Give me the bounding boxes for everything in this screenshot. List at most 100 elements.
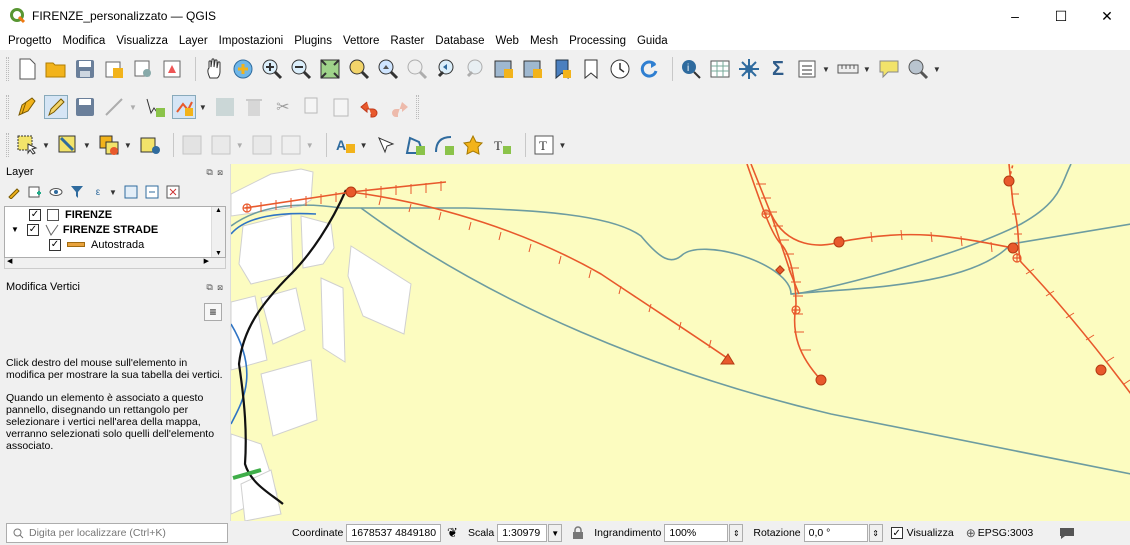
- toolbar-grip[interactable]: [415, 95, 419, 119]
- expand-arrow-icon[interactable]: ▼: [11, 225, 19, 234]
- menu-guida[interactable]: Guida: [637, 35, 668, 47]
- chevron-down-icon[interactable]: ▼: [559, 141, 567, 150]
- measure-line-icon[interactable]: [836, 57, 860, 81]
- menu-modifica[interactable]: Modifica: [62, 35, 105, 47]
- show-hide-labels-icon[interactable]: [403, 133, 427, 157]
- add-line-feature-icon[interactable]: [102, 95, 126, 119]
- chevron-down-icon[interactable]: ▼: [42, 141, 50, 150]
- category-visibility-checkbox[interactable]: ✓: [49, 238, 61, 251]
- chevron-down-icon[interactable]: ▼: [236, 141, 244, 150]
- label-tool-icon[interactable]: [209, 133, 233, 157]
- messages-icon[interactable]: [1059, 526, 1075, 540]
- save-layer-edits-icon[interactable]: [73, 95, 97, 119]
- manage-visibility-icon[interactable]: [48, 184, 64, 200]
- deselect-features-icon[interactable]: [97, 133, 121, 157]
- identify-features-icon[interactable]: i: [679, 57, 703, 81]
- chevron-down-icon[interactable]: ▼: [199, 103, 207, 112]
- zoom-next-icon[interactable]: [463, 57, 487, 81]
- chevron-down-icon[interactable]: ▼: [129, 103, 137, 112]
- close-button[interactable]: ✕: [1084, 0, 1130, 32]
- collapse-all-icon[interactable]: [144, 184, 160, 200]
- panel-float-close-icon[interactable]: ⧉ ⊠: [206, 167, 224, 178]
- search-magnifier-icon[interactable]: [906, 57, 930, 81]
- toolbar-grip[interactable]: [6, 133, 9, 157]
- refresh-icon[interactable]: [637, 57, 661, 81]
- crs-button[interactable]: EPSG:3003: [978, 527, 1033, 539]
- layer-tree-vscroll[interactable]: ▲ ▼: [211, 207, 225, 257]
- render-checkbox[interactable]: ✓: [890, 527, 903, 539]
- panel-float-close-icon[interactable]: ⧉ ⊠: [206, 282, 224, 293]
- remove-layer-icon[interactable]: [165, 184, 181, 200]
- expand-all-icon[interactable]: [123, 184, 139, 200]
- pan-to-selection-icon[interactable]: [231, 57, 255, 81]
- menu-raster[interactable]: Raster: [390, 35, 424, 47]
- field-calculator-icon[interactable]: [180, 133, 204, 157]
- menu-visualizza[interactable]: Visualizza: [116, 35, 168, 47]
- menu-database[interactable]: Database: [435, 35, 484, 47]
- new-3d-map-view-icon[interactable]: [521, 57, 545, 81]
- rotate-label-icon[interactable]: [279, 133, 303, 157]
- temporal-controller-icon[interactable]: [608, 57, 632, 81]
- style-brush-icon[interactable]: [6, 184, 22, 200]
- layout-manager-icon[interactable]: [131, 57, 155, 81]
- move-diagram-icon[interactable]: [432, 133, 456, 157]
- scale-combo[interactable]: 1:30979: [497, 524, 548, 542]
- layer-row-firenze-strade[interactable]: ▼ ✓ FIRENZE STRADE: [5, 222, 225, 237]
- zoom-in-icon[interactable]: [260, 57, 284, 81]
- new-print-layout-icon[interactable]: [102, 57, 126, 81]
- chevron-down-icon[interactable]: ▼: [306, 141, 314, 150]
- pan-map-icon[interactable]: [202, 57, 226, 81]
- attributes-toolbar-icon[interactable]: [795, 57, 819, 81]
- layer-visibility-checkbox[interactable]: ✓: [26, 223, 39, 236]
- add-group-icon[interactable]: [27, 184, 43, 200]
- toggle-editing-icon[interactable]: [44, 95, 68, 119]
- vertex-panel-menu-button[interactable]: ≡: [204, 303, 222, 321]
- paste-features-icon[interactable]: [329, 95, 353, 119]
- globe-crs-icon[interactable]: ⊕: [966, 526, 976, 540]
- zoom-to-layer-icon[interactable]: [376, 57, 400, 81]
- select-features-icon[interactable]: [15, 133, 39, 157]
- pin-labels-icon[interactable]: [374, 133, 398, 157]
- vertex-tool-active-icon[interactable]: [171, 95, 196, 119]
- locator-search-input[interactable]: Digita per localizzare (Ctrl+K): [6, 523, 228, 543]
- layer-visibility-checkbox[interactable]: ✓: [29, 208, 41, 221]
- rotation-spinbox[interactable]: 0,0 °: [803, 524, 868, 542]
- vertex-tool-icon[interactable]: [143, 95, 167, 119]
- style-manager-icon[interactable]: [160, 57, 184, 81]
- undo-icon[interactable]: [358, 95, 382, 119]
- move-label-icon[interactable]: [250, 133, 274, 157]
- maximize-button[interactable]: ☐: [1038, 0, 1084, 32]
- menu-layer[interactable]: Layer: [179, 35, 208, 47]
- layer-row-autostrada[interactable]: ✓ Autostrada: [5, 237, 225, 252]
- map-tips-icon[interactable]: [877, 57, 901, 81]
- lock-scale-icon[interactable]: [572, 526, 584, 540]
- zoom-full-icon[interactable]: [318, 57, 342, 81]
- scale-dropdown-icon[interactable]: ▼: [548, 524, 563, 542]
- coordinate-field[interactable]: 1678537 4849180: [346, 524, 442, 542]
- magnifier-spinbox[interactable]: 100%: [664, 524, 729, 542]
- open-project-icon[interactable]: [44, 57, 68, 81]
- save-project-icon[interactable]: [73, 57, 97, 81]
- toggle-extents-icon[interactable]: ❦: [447, 525, 458, 541]
- magnifier-spin-icon[interactable]: ⇕: [729, 524, 744, 542]
- zoom-out-icon[interactable]: [289, 57, 313, 81]
- menu-plugins[interactable]: Plugins: [294, 35, 332, 47]
- map-canvas[interactable]: [230, 164, 1130, 521]
- menu-mesh[interactable]: Mesh: [530, 35, 558, 47]
- menu-progetto[interactable]: Progetto: [8, 35, 51, 47]
- chevron-down-icon[interactable]: ▼: [83, 141, 91, 150]
- star-label-icon[interactable]: [461, 133, 485, 157]
- chevron-down-icon[interactable]: ▼: [109, 188, 117, 197]
- cut-features-icon[interactable]: ✂: [271, 95, 295, 119]
- chevron-down-icon[interactable]: ▼: [124, 141, 132, 150]
- zoom-last-icon[interactable]: [434, 57, 458, 81]
- zoom-native-resolution-icon[interactable]: [405, 57, 429, 81]
- chevron-down-icon[interactable]: ▼: [822, 65, 830, 74]
- menu-processing[interactable]: Processing: [569, 35, 626, 47]
- chevron-down-icon[interactable]: ▼: [933, 65, 941, 74]
- show-bookmarks-icon[interactable]: [579, 57, 603, 81]
- toolbar-grip[interactable]: [6, 57, 9, 81]
- minimize-button[interactable]: –: [992, 0, 1038, 32]
- menu-web[interactable]: Web: [496, 35, 519, 47]
- current-edits-icon[interactable]: [15, 95, 39, 119]
